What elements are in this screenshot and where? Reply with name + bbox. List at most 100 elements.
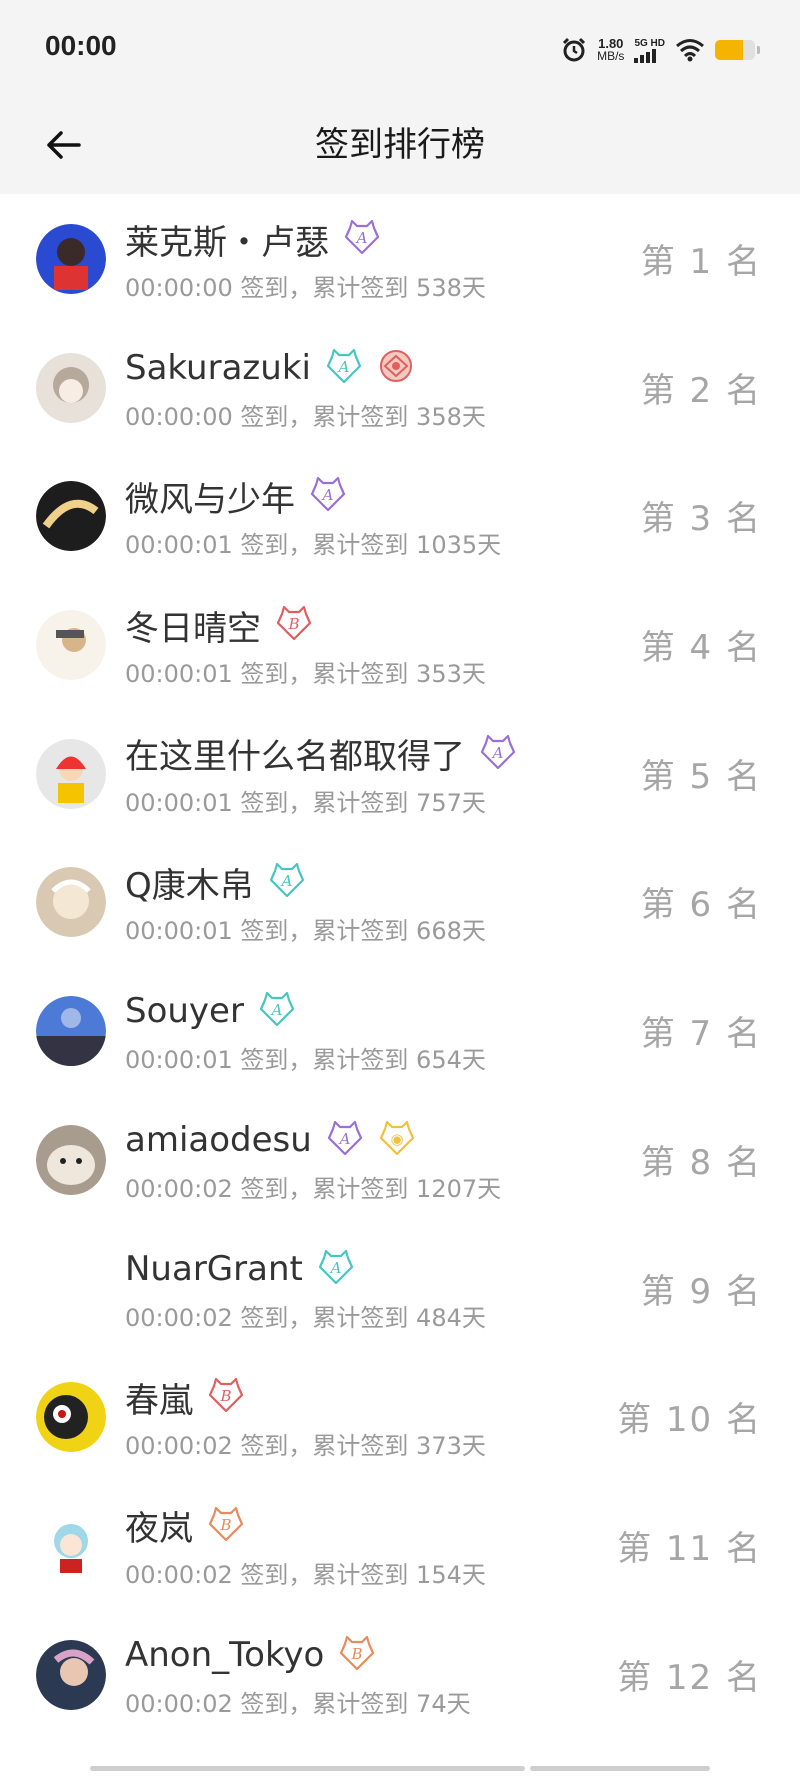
- user-name-row: 夜岚 B: [125, 1503, 245, 1549]
- level-badge-icon: A: [326, 1119, 364, 1161]
- status-time: 00:00: [45, 30, 117, 61]
- svg-text:A: A: [337, 358, 350, 376]
- svg-text:B: B: [219, 1387, 231, 1405]
- avatar[interactable]: [36, 224, 106, 294]
- user-name-row: 微风与少年 A: [125, 472, 347, 521]
- avatar[interactable]: [36, 610, 106, 681]
- ranking-row[interactable]: Sakurazuki A 00:00:00 签到，累计签到 358天 第 2 名: [0, 323, 800, 452]
- rank-label: 第 10 名: [617, 1400, 762, 1441]
- rank-label: 第 11 名: [617, 1528, 762, 1569]
- user-name[interactable]: 微风与少年: [125, 472, 295, 521]
- svg-text:B: B: [287, 615, 299, 633]
- avatar[interactable]: [36, 1510, 106, 1581]
- ranking-list: 莱克斯・卢瑟 A 00:00:00 签到，累计签到 538天 第 1 名 Sakur…: [0, 194, 800, 1738]
- ranking-row[interactable]: Q康木帛 A 00:00:01 签到，累计签到 668天 第 6 名: [0, 837, 800, 966]
- net-speed-unit: MB/s: [597, 49, 625, 63]
- checkin-info: 00:00:01 签到，累计签到 353天: [125, 660, 486, 689]
- avatar[interactable]: [36, 1382, 106, 1453]
- avatar[interactable]: [36, 352, 106, 423]
- user-name[interactable]: amiaodesu: [125, 1120, 312, 1160]
- ranking-row[interactable]: Anon_Tokyo B 00:00:02 签到，累计签到 74天 第 12 名: [0, 1610, 800, 1739]
- rank-label: 第 5 名: [640, 756, 762, 797]
- svg-text:B: B: [219, 1516, 231, 1534]
- user-name[interactable]: Souyer: [125, 991, 244, 1031]
- avatar[interactable]: [36, 1124, 106, 1195]
- scroll-indicator: [90, 1766, 525, 1771]
- user-name[interactable]: NuarGrant: [125, 1249, 303, 1289]
- ranking-row[interactable]: Souyer A 00:00:01 签到，累计签到 654天 第 7 名: [0, 966, 800, 1095]
- avatar[interactable]: [36, 1639, 106, 1710]
- ranking-row[interactable]: amiaodesu A ◉ 00:00:02 签到，累计签到 1207天 第 8 …: [0, 1095, 800, 1224]
- level-badge-icon: A: [309, 475, 347, 517]
- svg-text:A: A: [328, 1259, 341, 1277]
- checkin-info: 00:00:00 签到，累计签到 358天: [125, 402, 486, 431]
- avatar[interactable]: [36, 481, 106, 552]
- level-badge-icon: A: [479, 733, 517, 775]
- rank-label: 第 2 名: [640, 370, 762, 411]
- avatar[interactable]: [36, 996, 106, 1067]
- checkin-info: 00:00:02 签到，累计签到 373天: [125, 1432, 486, 1461]
- nav-bar: 签到排行榜: [0, 96, 800, 194]
- cell-signal: 5G HD: [634, 38, 665, 63]
- user-name-row: Sakurazuki A: [125, 345, 415, 391]
- user-name[interactable]: Q康木帛: [125, 858, 254, 907]
- level-badge-icon: A: [268, 861, 306, 903]
- user-name[interactable]: 冬日晴空: [125, 601, 261, 650]
- svg-text:A: A: [321, 486, 334, 504]
- rank-label: 第 6 名: [640, 885, 762, 926]
- user-name-row: Souyer A: [125, 988, 296, 1034]
- level-badge-icon: ◉: [378, 1119, 416, 1161]
- page-title: 签到排行榜: [315, 125, 485, 165]
- user-name-row: 春嵐 B: [125, 1373, 245, 1422]
- avatar[interactable]: [36, 738, 106, 809]
- status-bar: 00:00 1.80 MB/s 5G HD: [0, 0, 800, 96]
- avatar[interactable]: [36, 1253, 106, 1324]
- user-name[interactable]: Anon_Tokyo: [125, 1635, 324, 1675]
- user-name[interactable]: 夜岚: [125, 1501, 193, 1550]
- ranking-row[interactable]: 冬日晴空 B 00:00:01 签到，累计签到 353天 第 4 名: [0, 580, 800, 709]
- avatar[interactable]: [36, 867, 106, 938]
- battery-fill: [715, 40, 743, 60]
- svg-text:A: A: [337, 1130, 350, 1148]
- checkin-info: 00:00:00 签到，累计签到 538天: [125, 274, 486, 302]
- ranking-row[interactable]: NuarGrant A 00:00:02 签到，累计签到 484天 第 9 名: [0, 1224, 800, 1353]
- battery-tip: [757, 46, 760, 54]
- level-badge-icon: B: [207, 1505, 245, 1547]
- ranking-row[interactable]: 春嵐 B 00:00:02 签到，累计签到 373天 第 10 名: [0, 1352, 800, 1481]
- user-name[interactable]: Sakurazuki: [125, 348, 311, 388]
- rank-label: 第 1 名: [640, 242, 762, 282]
- user-name-row: 莱克斯・卢瑟 A: [125, 215, 381, 264]
- user-name-row: Anon_Tokyo B: [125, 1632, 376, 1678]
- ranking-row[interactable]: 莱克斯・卢瑟 A 00:00:00 签到，累计签到 538天 第 1 名: [0, 194, 800, 323]
- alarm-icon: [563, 37, 586, 62]
- status-icons: 1.80 MB/s 5G HD: [561, 32, 760, 68]
- rank-label: 第 7 名: [640, 1014, 762, 1055]
- user-name-row: amiaodesu A ◉: [125, 1117, 416, 1163]
- user-name-row: 在这里什么名都取得了 A: [125, 731, 517, 777]
- back-button[interactable]: [38, 118, 88, 172]
- rank-label: 第 4 名: [640, 628, 762, 669]
- user-name[interactable]: 在这里什么名都取得了: [125, 729, 465, 778]
- user-name-row: 冬日晴空 B: [125, 601, 313, 650]
- user-name-row: Q康木帛 A: [125, 858, 306, 907]
- svg-text:A: A: [270, 1001, 283, 1019]
- checkin-info: 00:00:01 签到，累计签到 654天: [125, 1046, 486, 1075]
- level-badge-icon: B: [207, 1376, 245, 1418]
- ranking-row[interactable]: 微风与少年 A 00:00:01 签到，累计签到 1035天 第 3 名: [0, 451, 800, 580]
- checkin-info: 00:00:02 签到，累计签到 154天: [125, 1560, 486, 1589]
- rank-label: 第 12 名: [617, 1657, 762, 1698]
- rank-label: 第 3 名: [640, 499, 762, 540]
- level-badge-icon: A: [343, 218, 381, 260]
- ranking-row[interactable]: 在这里什么名都取得了 A 00:00:01 签到，累计签到 757天 第 5 名: [0, 709, 800, 838]
- signal-bars-icon: [634, 48, 657, 63]
- checkin-info: 00:00:01 签到，累计签到 1035天: [125, 531, 502, 560]
- wifi-icon: [676, 39, 704, 62]
- svg-text:A: A: [491, 744, 504, 762]
- user-name[interactable]: 春嵐: [125, 1373, 193, 1422]
- arrow-left-icon: [47, 131, 81, 159]
- svg-text:A: A: [355, 229, 368, 247]
- ranking-row[interactable]: 夜岚 B 00:00:02 签到，累计签到 154天 第 11 名: [0, 1481, 800, 1610]
- user-name[interactable]: 莱克斯・卢瑟: [125, 215, 329, 264]
- checkin-info: 00:00:02 签到，累计签到 484天: [125, 1303, 486, 1332]
- level-badge-icon: A: [258, 990, 296, 1032]
